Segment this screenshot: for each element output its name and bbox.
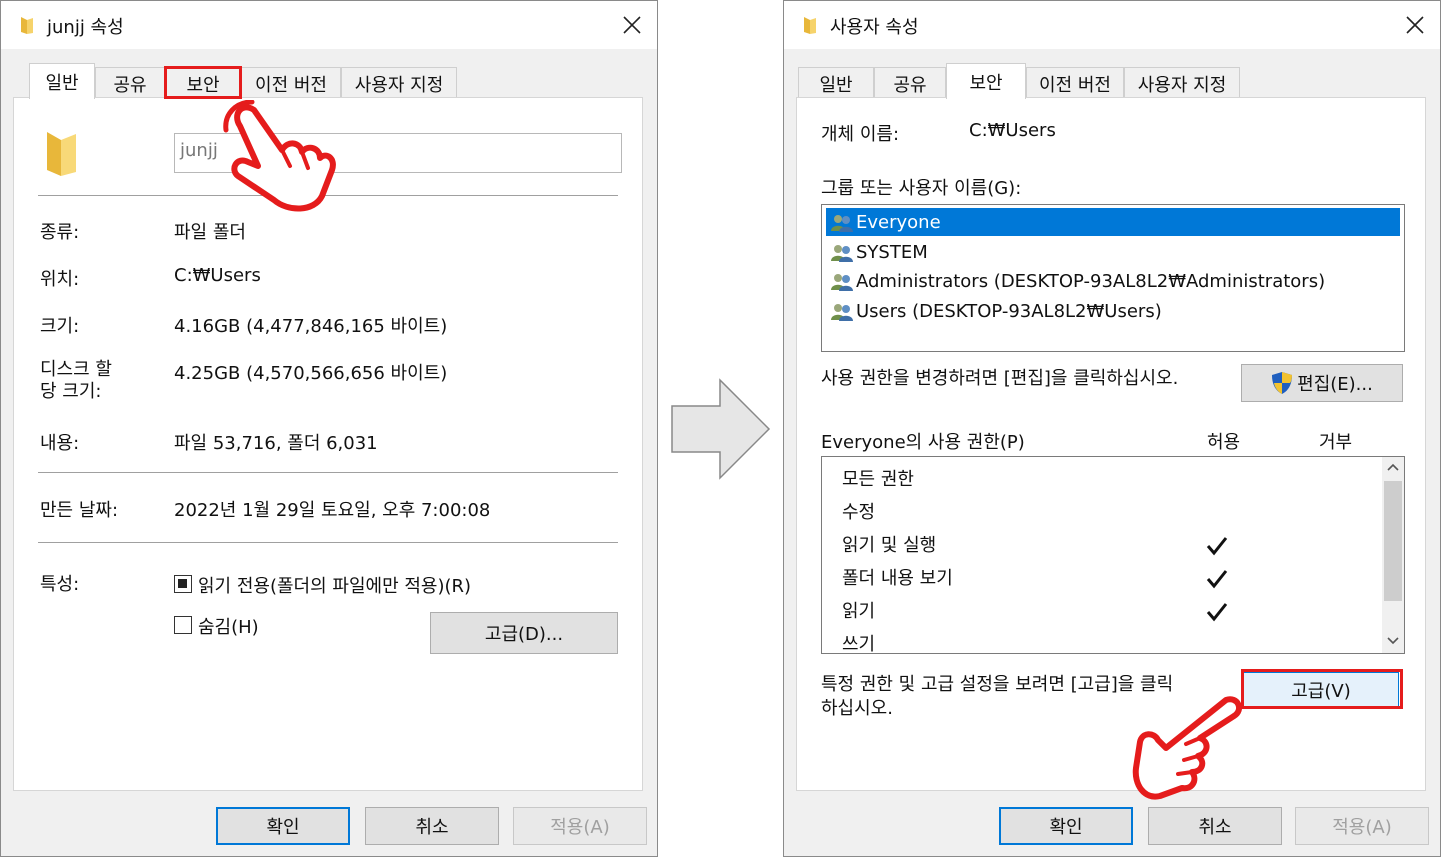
permission-full-control: 모든 권한 [842, 469, 914, 490]
scrollbar-thumb[interactable] [1384, 481, 1402, 601]
edit-hint: 사용 권한을 변경하려면 [편집]을 클릭하십시오. [821, 368, 1179, 389]
created-label: 만든 날짜: [40, 500, 119, 521]
object-name-label: 개체 이름: [821, 124, 900, 145]
list-item-everyone[interactable]: Everyone [826, 208, 1400, 236]
attributes-label: 특성: [40, 574, 80, 595]
pointing-hand-icon [223, 100, 336, 212]
deny-header: 거부 [1319, 432, 1353, 453]
tab-general[interactable]: 일반 [29, 63, 95, 99]
advanced-hint-line2: 하십시오. [821, 698, 893, 719]
advanced-attributes-button[interactable]: 고급(D)... [430, 612, 618, 654]
divider [38, 542, 618, 543]
size-on-disk-value: 4.25GB (4,570,566,656 바이트) [174, 363, 448, 384]
properties-dialog-users: 사용자 속성 일반 공유 보안 이전 버전 사용자 지정 개체 이름: C:₩U… [783, 0, 1441, 857]
readonly-label: 읽기 전용(폴더의 파일에만 적용)(R) [198, 576, 472, 597]
location-label: 위치: [40, 269, 80, 290]
folder-name-value: junjj [180, 140, 218, 161]
security-tab-highlight [164, 66, 242, 99]
close-icon [623, 16, 641, 34]
hidden-checkbox[interactable] [174, 616, 192, 634]
title-bar: junjj 속성 [1, 1, 657, 49]
permission-write: 쓰기 [842, 634, 876, 654]
folder-icon [804, 17, 816, 34]
permissions-header: Everyone의 사용 권한(P) [821, 432, 1025, 453]
group-name: SYSTEM [856, 241, 928, 263]
ok-button[interactable]: 확인 [216, 807, 350, 845]
contents-label: 내용: [40, 433, 80, 454]
user-group-icon [831, 215, 853, 232]
close-button[interactable] [1390, 1, 1440, 49]
advanced-button-highlight [1241, 669, 1403, 709]
allow-header: 허용 [1207, 432, 1241, 453]
close-icon [1406, 16, 1424, 34]
window-title: 사용자 속성 [830, 17, 919, 38]
checkmark-icon [1206, 537, 1228, 556]
cancel-button[interactable]: 취소 [365, 807, 499, 845]
readonly-checkbox[interactable] [174, 575, 192, 593]
list-item-administrators[interactable]: Administrators (DESKTOP-93AL8L2₩Administ… [826, 267, 1325, 295]
ok-button[interactable]: 확인 [999, 807, 1133, 845]
edit-permissions-button[interactable]: 편집(E)... [1241, 364, 1403, 402]
type-label: 종류: [40, 222, 80, 243]
chevron-up-icon[interactable] [1387, 463, 1399, 471]
contents-value: 파일 53,716, 폴더 6,031 [174, 433, 378, 454]
list-item-users[interactable]: Users (DESKTOP-93AL8L2₩Users) [826, 297, 1162, 325]
location-value: C:₩Users [174, 265, 261, 286]
group-name: Everyone [856, 211, 941, 233]
size-on-disk-label: 디스크 할 당 크기: [40, 359, 112, 402]
size-value: 4.16GB (4,477,846,165 바이트) [174, 316, 448, 337]
permission-read: 읽기 [842, 601, 876, 622]
large-folder-icon [47, 132, 76, 176]
tab-general[interactable]: 일반 [798, 67, 874, 99]
tab-customize[interactable]: 사용자 지정 [341, 67, 457, 99]
divider [38, 472, 618, 473]
created-value: 2022년 1월 29일 토요일, 오후 7:00:08 [174, 500, 491, 521]
vertical-scrollbar[interactable] [1382, 457, 1404, 653]
groups-listbox[interactable]: Everyone SYSTEM Administrators (DESKTOP-… [821, 204, 1405, 352]
groups-label: 그룹 또는 사용자 이름(G): [821, 178, 1022, 199]
permission-modify: 수정 [842, 502, 876, 523]
hidden-label: 숨김(H) [198, 617, 259, 638]
arrow-right-icon [671, 378, 771, 480]
edit-button-label: 편집(E)... [1297, 374, 1373, 395]
checkmark-icon [1206, 603, 1228, 622]
group-name: Users (DESKTOP-93AL8L2₩Users) [856, 300, 1162, 322]
group-name: Administrators (DESKTOP-93AL8L2₩Administ… [856, 270, 1326, 292]
permission-list-folder: 폴더 내용 보기 [842, 568, 953, 589]
window-title: junjj 속성 [47, 17, 124, 38]
tab-sharing[interactable]: 공유 [874, 67, 946, 99]
tab-previous-versions[interactable]: 이전 버전 [1026, 67, 1124, 99]
user-group-icon [831, 274, 853, 291]
checkmark-icon [1206, 570, 1228, 589]
uac-shield-icon [1272, 372, 1293, 394]
chevron-down-icon[interactable] [1387, 637, 1399, 645]
user-group-icon [831, 245, 853, 262]
type-value: 파일 폴더 [174, 222, 246, 243]
permission-read-execute: 읽기 및 실행 [842, 535, 937, 556]
apply-button[interactable]: 적용(A) [1295, 807, 1429, 845]
list-item-system[interactable]: SYSTEM [826, 238, 928, 266]
tab-security[interactable]: 보안 [946, 63, 1026, 99]
close-button[interactable] [607, 1, 657, 49]
title-bar: 사용자 속성 [784, 1, 1440, 49]
pointing-hand-icon [1132, 696, 1243, 800]
tab-customize[interactable]: 사용자 지정 [1124, 67, 1240, 99]
tab-previous-versions[interactable]: 이전 버전 [241, 67, 341, 99]
apply-button[interactable]: 적용(A) [513, 807, 647, 845]
cancel-button[interactable]: 취소 [1148, 807, 1282, 845]
advanced-hint-line1: 특정 권한 및 고급 설정을 보려면 [고급]을 클릭 [821, 674, 1174, 695]
folder-icon [21, 17, 33, 34]
permissions-list[interactable]: 모든 권한 수정 읽기 및 실행 폴더 내용 보기 읽기 쓰기 [821, 456, 1405, 654]
tab-sharing[interactable]: 공유 [95, 67, 165, 99]
user-group-icon [831, 304, 853, 321]
size-label: 크기: [40, 316, 80, 337]
object-name-value: C:₩Users [969, 120, 1056, 141]
